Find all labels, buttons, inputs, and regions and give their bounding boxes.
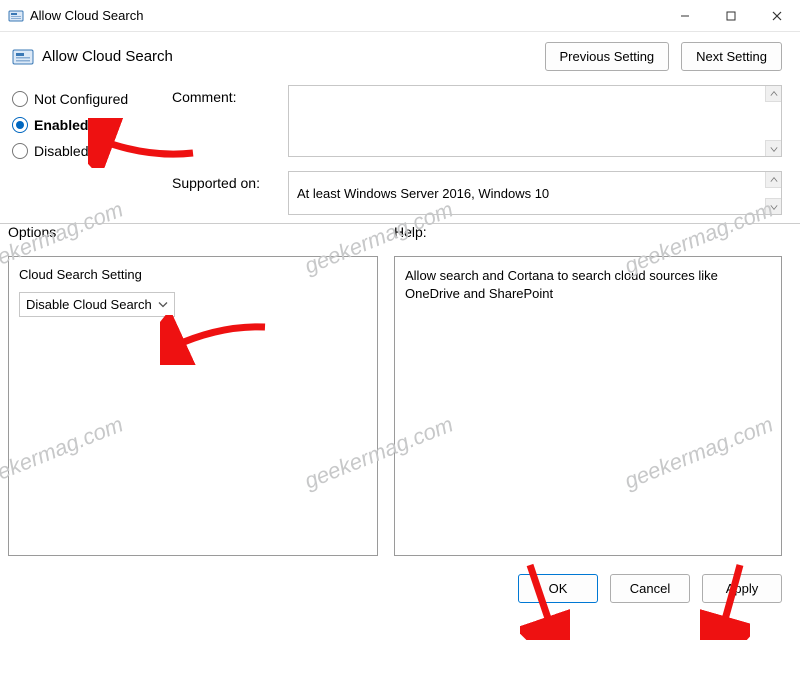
comment-label: Comment:: [172, 85, 282, 157]
options-pane: Cloud Search Setting Disable Cloud Searc…: [8, 256, 378, 556]
radio-not-configured[interactable]: Not Configured: [12, 91, 172, 107]
policy-icon: [12, 46, 34, 68]
state-radio-group: Not Configured Enabled Disabled: [12, 85, 172, 215]
scroll-up-icon[interactable]: [765, 172, 781, 188]
window-controls: [662, 0, 800, 32]
supported-on-box: At least Windows Server 2016, Windows 10: [288, 171, 782, 215]
scroll-down-icon[interactable]: [765, 198, 781, 214]
policy-title: Allow Cloud Search: [42, 48, 173, 65]
maximize-button[interactable]: [708, 0, 754, 32]
option-heading: Cloud Search Setting: [19, 267, 367, 282]
policy-icon: [8, 8, 24, 24]
radio-label: Not Configured: [34, 91, 128, 107]
radio-label: Enabled: [34, 117, 88, 133]
radio-disabled[interactable]: Disabled: [12, 143, 172, 159]
scroll-up-icon[interactable]: [765, 86, 781, 102]
close-button[interactable]: [754, 0, 800, 32]
titlebar: Allow Cloud Search: [0, 0, 800, 32]
radio-label: Disabled: [34, 143, 88, 159]
cancel-button[interactable]: Cancel: [610, 574, 690, 603]
cloud-search-select[interactable]: Disable Cloud Search: [19, 292, 175, 317]
help-label: Help:: [394, 224, 427, 240]
radio-enabled[interactable]: Enabled: [12, 117, 172, 133]
select-value: Disable Cloud Search: [26, 297, 152, 312]
previous-setting-button[interactable]: Previous Setting: [545, 42, 670, 71]
ok-button[interactable]: OK: [518, 574, 598, 603]
minimize-button[interactable]: [662, 0, 708, 32]
dialog-footer: OK Cancel Apply: [0, 566, 800, 611]
options-label: Options:: [8, 224, 378, 240]
window-title: Allow Cloud Search: [30, 8, 143, 23]
apply-button[interactable]: Apply: [702, 574, 782, 603]
help-pane: Allow search and Cortana to search cloud…: [394, 256, 782, 556]
next-setting-button[interactable]: Next Setting: [681, 42, 782, 71]
panes: Cloud Search Setting Disable Cloud Searc…: [0, 244, 800, 566]
comment-textarea[interactable]: [288, 85, 782, 157]
pane-labels: Options: Help:: [0, 224, 800, 244]
supported-on-label: Supported on:: [172, 171, 282, 215]
config-area: Not Configured Enabled Disabled Comment:…: [0, 81, 800, 224]
supported-on-value: At least Windows Server 2016, Windows 10: [297, 186, 549, 201]
header-row: Allow Cloud Search Previous Setting Next…: [0, 32, 800, 81]
chevron-down-icon: [158, 297, 168, 312]
scroll-down-icon[interactable]: [765, 140, 781, 156]
help-text: Allow search and Cortana to search cloud…: [405, 268, 718, 301]
